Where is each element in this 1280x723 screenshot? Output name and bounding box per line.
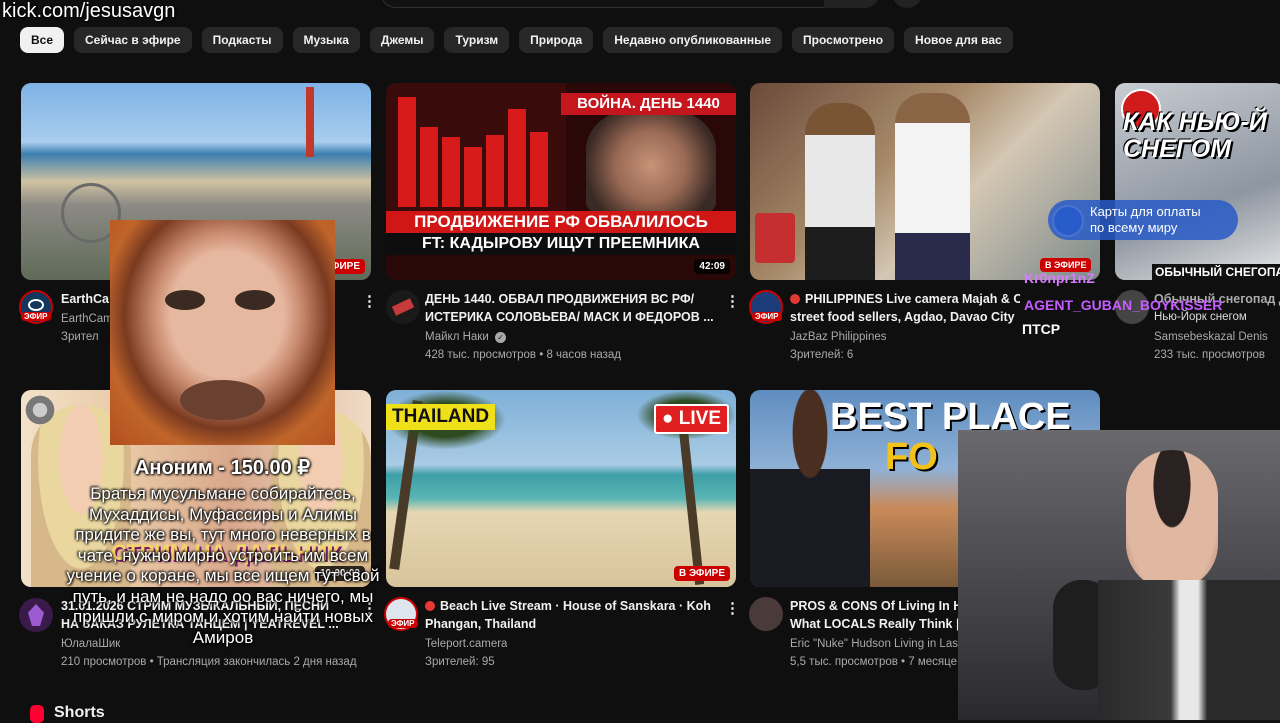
video-title[interactable]: PROS & CONS Of Living In H [790, 597, 958, 615]
video-meta: 428 тыс. просмотров • 8 часов назад [425, 349, 622, 361]
channel-name[interactable]: Майкл Наки [425, 328, 489, 346]
donation-header: Аноним - 150.00 ₽ [134, 457, 311, 479]
chat-message: ПТСР [1022, 321, 1061, 337]
search-button[interactable] [824, 0, 880, 8]
bar-graphic [386, 83, 566, 213]
video-title[interactable]: PHILIPPINES Live camera Majah & Carolina [790, 290, 1020, 308]
more-menu-icon[interactable]: ⋮ [725, 601, 740, 616]
channel-name[interactable]: Teleport.camera [425, 635, 507, 653]
duration-badge: 42:09 [694, 259, 730, 274]
shorts-heading: Shorts [54, 704, 105, 721]
avatar-live-label: ЭФИР [752, 312, 782, 321]
video-meta: 5,5 тыс. просмотров • 7 месяце [790, 656, 957, 668]
chip-jams[interactable]: Джемы [369, 27, 435, 53]
thumbnail-heading: КАК НЬЮ-Й СНЕГОМ [1123, 108, 1267, 163]
search-bar[interactable] [380, 0, 880, 8]
chat-snow-label: ОБЫЧНЫЙ СНЕГОПА [1152, 264, 1280, 280]
thumbnail-heading-2: FO [885, 436, 938, 478]
person-photo [586, 108, 716, 213]
chat-ad: Карты для оплаты по всему миру [1048, 200, 1238, 240]
person-right [895, 93, 970, 280]
video-meta: 210 просмотров • Трансляция закончилась … [61, 656, 357, 668]
more-menu-icon[interactable]: ⋮ [725, 294, 740, 309]
video-title-line2[interactable]: ИСТЕРИКА СОЛОВЬЕВА/ МАСК И ФЕДОРОВ ... [425, 308, 715, 326]
video-thumbnail-philippines[interactable] [750, 83, 1100, 280]
chat-username: AGENT_GUBAN_BOYKISSER [1024, 297, 1223, 313]
pier-tower [306, 87, 314, 157]
shorts-icon [30, 705, 44, 723]
avatar-live-label: ЭФИР [388, 619, 418, 628]
donation-webcam-image [110, 220, 335, 445]
video-meta: Зрител [61, 331, 99, 343]
avatar-live-label: ЭФИР [21, 312, 51, 321]
ad-line1: Карты для оплаты [1090, 204, 1201, 219]
thumbnail-line2: FT: КАДЫРОВУ ИЩУТ ПРЕЕМНИКА [386, 233, 736, 255]
filter-chips: Все Сейчас в эфире Подкасты Музыка Джемы… [20, 27, 1013, 53]
person-left [805, 103, 875, 280]
chip-all[interactable]: Все [20, 27, 65, 53]
thumbnail-heading: ВОЙНА. ДЕНЬ 1440 [561, 93, 736, 115]
video-title[interactable]: Beach Live Stream · House of Sanskara · … [425, 597, 720, 615]
stream-watermark: kick.com/jesusavgn [2, 0, 176, 22]
video-thumbnail-day1440[interactable]: ВОЙНА. ДЕНЬ 1440 ПРОДВИЖЕНИЕ РФ ОБВАЛИЛО… [386, 83, 736, 280]
video-title-line2[interactable]: Phangan, Thailand [425, 615, 715, 633]
video-meta: Зрителей: 95 [425, 656, 495, 668]
gear-decoration [20, 390, 60, 430]
ad-line2: по всему миру [1090, 220, 1178, 235]
thumbnail-heading: THAILAND [386, 404, 496, 430]
live-dot-icon [425, 601, 435, 611]
channel-name[interactable]: JazBaz Philippines [790, 328, 887, 346]
voice-search-button[interactable] [892, 0, 922, 8]
thumbnail-line1: ПРОДВИЖЕНИЕ РФ ОБВАЛИЛОСЬ [386, 211, 736, 233]
chip-watched[interactable]: Просмотрено [792, 27, 895, 53]
live-dot-icon [790, 294, 800, 304]
streamer-head [1126, 450, 1218, 590]
channel-name[interactable]: Samsebeskazal Denis [1154, 328, 1280, 346]
verified-icon: ✓ [495, 332, 506, 343]
chip-tourism[interactable]: Туризм [444, 27, 510, 53]
streamer-webcam [958, 430, 1280, 720]
video-thumbnail-nysnow[interactable]: КАК НЬЮ-Й СНЕГОМ [1115, 83, 1280, 280]
chip-recent[interactable]: Недавно опубликованные [603, 27, 783, 53]
chip-new[interactable]: Новое для вас [904, 27, 1013, 53]
chip-nature[interactable]: Природа [519, 27, 594, 53]
chat-username: Kr0npr1nZ [1024, 270, 1095, 286]
video-meta: 233 тыс. просмотров [1154, 349, 1266, 361]
video-title-line2[interactable]: What LOCALS Really Think | [790, 615, 958, 633]
donation-message: Братья мусульмане собирайтесь, Мухаддисы… [66, 484, 380, 647]
channel-avatar-yulala[interactable] [19, 598, 53, 632]
video-thumbnail-thailand[interactable]: THAILAND ● LIVE В ЭФИРЕ [386, 390, 736, 587]
live-badge: В ЭФИРЕ [673, 566, 730, 581]
video-meta: Зрителей: 6 [790, 349, 854, 361]
channel-avatar-naki[interactable] [386, 290, 420, 324]
channel-avatar-nuke[interactable] [749, 597, 783, 631]
chip-podcasts[interactable]: Подкасты [201, 27, 283, 53]
chip-music[interactable]: Музыка [292, 27, 360, 53]
streamer-shirt [1098, 580, 1280, 720]
more-menu-icon[interactable]: ⋮ [362, 294, 377, 309]
video-title[interactable]: ДЕНЬ 1440. ОБВАЛ ПРОДВИЖЕНИЯ ВС РФ/ [425, 290, 715, 308]
channel-name[interactable]: Eric "Nuke" Hudson Living in Las [790, 635, 958, 653]
video-title-line2[interactable]: street food sellers, Agdao, Davao City .… [790, 308, 1015, 326]
thumbnail-live-label: ● LIVE [654, 404, 729, 434]
chip-live[interactable]: Сейчас в эфире [74, 27, 192, 53]
